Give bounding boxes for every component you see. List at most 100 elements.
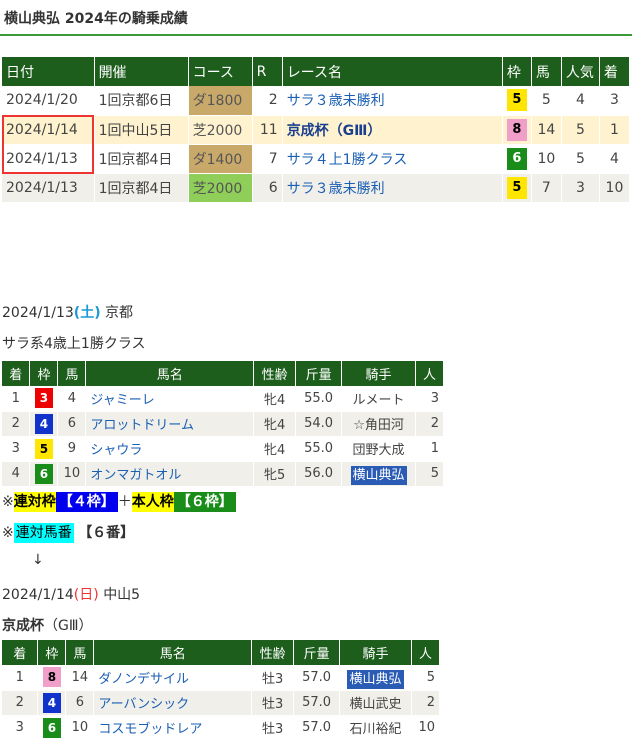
chaku-cell: 3 xyxy=(599,86,631,116)
waku-cell: 5 xyxy=(502,173,532,203)
note-honnin-waku: 本人枠 xyxy=(131,492,174,512)
ninki-cell: 5 xyxy=(561,115,600,145)
jockey-name: 団野大成 xyxy=(352,443,405,458)
date-cell: 2024/1/13 xyxy=(2,173,95,203)
jockey-cell: ルメート xyxy=(341,386,416,412)
chaku-cell: 1 xyxy=(2,665,39,691)
table-row: 3 5 9 シャウラ 牝4 55.0 団野大成 1 xyxy=(2,436,444,462)
course-cell: ダ1800 xyxy=(188,86,253,116)
waku-cell: 4 xyxy=(29,411,59,437)
col-waku: 枠 xyxy=(37,640,67,665)
sexage-cell: 牝4 xyxy=(253,436,297,462)
uma-cell: 6 xyxy=(57,411,87,437)
kin-cell: 57.0 xyxy=(293,665,341,691)
waku-badge: 5 xyxy=(34,438,53,459)
horse-link[interactable]: シャウラ xyxy=(85,436,255,462)
ninki-cell: 2 xyxy=(411,690,441,716)
kaisai-cell: 1回京都4日 xyxy=(94,173,189,203)
ninki-cell: 10 xyxy=(411,715,441,741)
waku-cell: 8 xyxy=(502,115,532,145)
col-waku: 枠 xyxy=(502,57,532,86)
uma-cell: 5 xyxy=(531,86,562,116)
table-row: 2024/1/13 1回京都4日 ダ1400 7 サラ４上1勝クラス 6 10 … xyxy=(2,144,631,174)
ninki-cell: 4 xyxy=(561,86,600,116)
waku-badge: 8 xyxy=(506,118,527,141)
ninki-cell: 5 xyxy=(561,144,600,174)
kaisai-cell: 1回中山5日 xyxy=(94,115,189,145)
race-link[interactable]: サラ３歳未勝利 xyxy=(282,86,503,116)
kin-cell: 56.0 xyxy=(295,461,343,487)
uma-cell: 10 xyxy=(57,461,87,487)
r-cell: 6 xyxy=(252,173,283,203)
race2-name: 京成杯（GⅢ） xyxy=(2,615,93,635)
waku-cell: 6 xyxy=(502,144,532,174)
race-history-table: 日付 開催 コース R レース名 枠 馬 人気 着 2024/1/20 1回京都… xyxy=(2,57,631,203)
horse-link[interactable]: オンマガトオル xyxy=(85,461,255,487)
note-mark: ※ xyxy=(2,525,14,541)
horse-link[interactable]: アーバンシック xyxy=(93,690,253,716)
waku-cell: 3 xyxy=(29,386,59,412)
date-cell: 2024/1/20 xyxy=(2,86,95,116)
race1-date: 2024/1/13 xyxy=(2,305,74,321)
chaku-cell: 2 xyxy=(2,690,39,716)
horse-link[interactable]: コスモブッドレア xyxy=(93,715,253,741)
jockey-cell: 横山武史 xyxy=(339,690,412,716)
race1-date-line: 2024/1/13(土) 京都 xyxy=(2,302,133,322)
chaku-cell: 3 xyxy=(2,715,39,741)
sexage-cell: 牡3 xyxy=(251,715,295,741)
col-horse: 馬名 xyxy=(85,361,255,386)
chaku-cell: 1 xyxy=(2,386,31,412)
table-row: 2 4 6 アロットドリーム 牝4 54.0 ☆角田河 2 xyxy=(2,411,444,437)
waku-cell: 5 xyxy=(29,436,59,462)
chaku-cell: 10 xyxy=(599,173,631,203)
chaku-cell: 4 xyxy=(599,144,631,174)
date-highlight-box xyxy=(2,115,94,174)
race1-name: サラ系4歳上1勝クラス xyxy=(2,336,146,352)
col-chaku: 着 xyxy=(599,57,631,86)
col-uma: 馬 xyxy=(531,57,562,86)
uma-cell: 10 xyxy=(531,144,562,174)
waku-badge: 5 xyxy=(506,176,527,199)
col-kin: 斤量 xyxy=(295,361,343,386)
table-row: 1 8 14 ダノンデサイル 牡3 57.0 横山典弘 5 xyxy=(2,665,441,691)
waku-badge: 5 xyxy=(506,89,527,112)
waku-badge: 6 xyxy=(34,463,53,484)
ninki-cell: 5 xyxy=(415,461,444,487)
horse-link[interactable]: ダノンデサイル xyxy=(93,665,253,691)
table-row: 4 6 10 オンマガトオル 牝5 56.0 横山典弘 5 xyxy=(2,461,444,487)
r-cell: 2 xyxy=(252,86,283,116)
sexage-cell: 牡3 xyxy=(251,690,295,716)
col-ninki: 人 xyxy=(415,361,444,386)
uma-cell: 14 xyxy=(531,115,562,145)
col-kin: 斤量 xyxy=(293,640,341,665)
r-cell: 11 xyxy=(252,115,283,145)
note-plus: ＋ xyxy=(117,494,132,510)
col-uma: 馬 xyxy=(57,361,87,386)
race2-date-line: 2024/1/14(日) 中山5 xyxy=(2,584,140,604)
col-ninki: 人気 xyxy=(561,57,600,86)
race-link[interactable]: サラ３歳未勝利 xyxy=(282,173,503,203)
race1-result-table: 着 枠 馬 馬名 性齢 斤量 騎手 人 1 3 4 ジャミーレ 牝4 55.0 … xyxy=(2,361,444,487)
col-jockey: 騎手 xyxy=(339,640,412,665)
race2-result-table: 着 枠 馬 馬名 性齢 斤量 騎手 人 1 8 14 ダノンデサイル 牡3 57… xyxy=(2,640,441,741)
waku-badge: 3 xyxy=(34,388,53,409)
kin-cell: 54.0 xyxy=(295,411,343,437)
jockey-name: 横山武史 xyxy=(349,697,402,712)
jockey-name: ☆角田河 xyxy=(353,418,404,433)
horse-link[interactable]: ジャミーレ xyxy=(85,386,255,412)
uma-cell: 7 xyxy=(531,173,562,203)
col-jockey: 騎手 xyxy=(341,361,416,386)
note-waku-4: 【４枠】 xyxy=(55,492,118,512)
waku-cell: 8 xyxy=(37,665,67,691)
horse-link[interactable]: アロットドリーム xyxy=(85,411,255,437)
sexage-cell: 牝5 xyxy=(253,461,297,487)
race-link[interactable]: サラ４上1勝クラス xyxy=(282,144,503,174)
col-race: レース名 xyxy=(282,57,503,86)
ninki-cell: 5 xyxy=(411,665,441,691)
chaku-cell: 1 xyxy=(599,115,631,145)
col-ninki: 人 xyxy=(411,640,441,665)
waku-cell: 6 xyxy=(29,461,59,487)
page-title: 横山典弘 2024年の騎乗成績 xyxy=(4,11,188,27)
note-mark: ※ xyxy=(2,494,14,510)
race-link[interactable]: 京成杯（GⅢ） xyxy=(282,115,503,145)
